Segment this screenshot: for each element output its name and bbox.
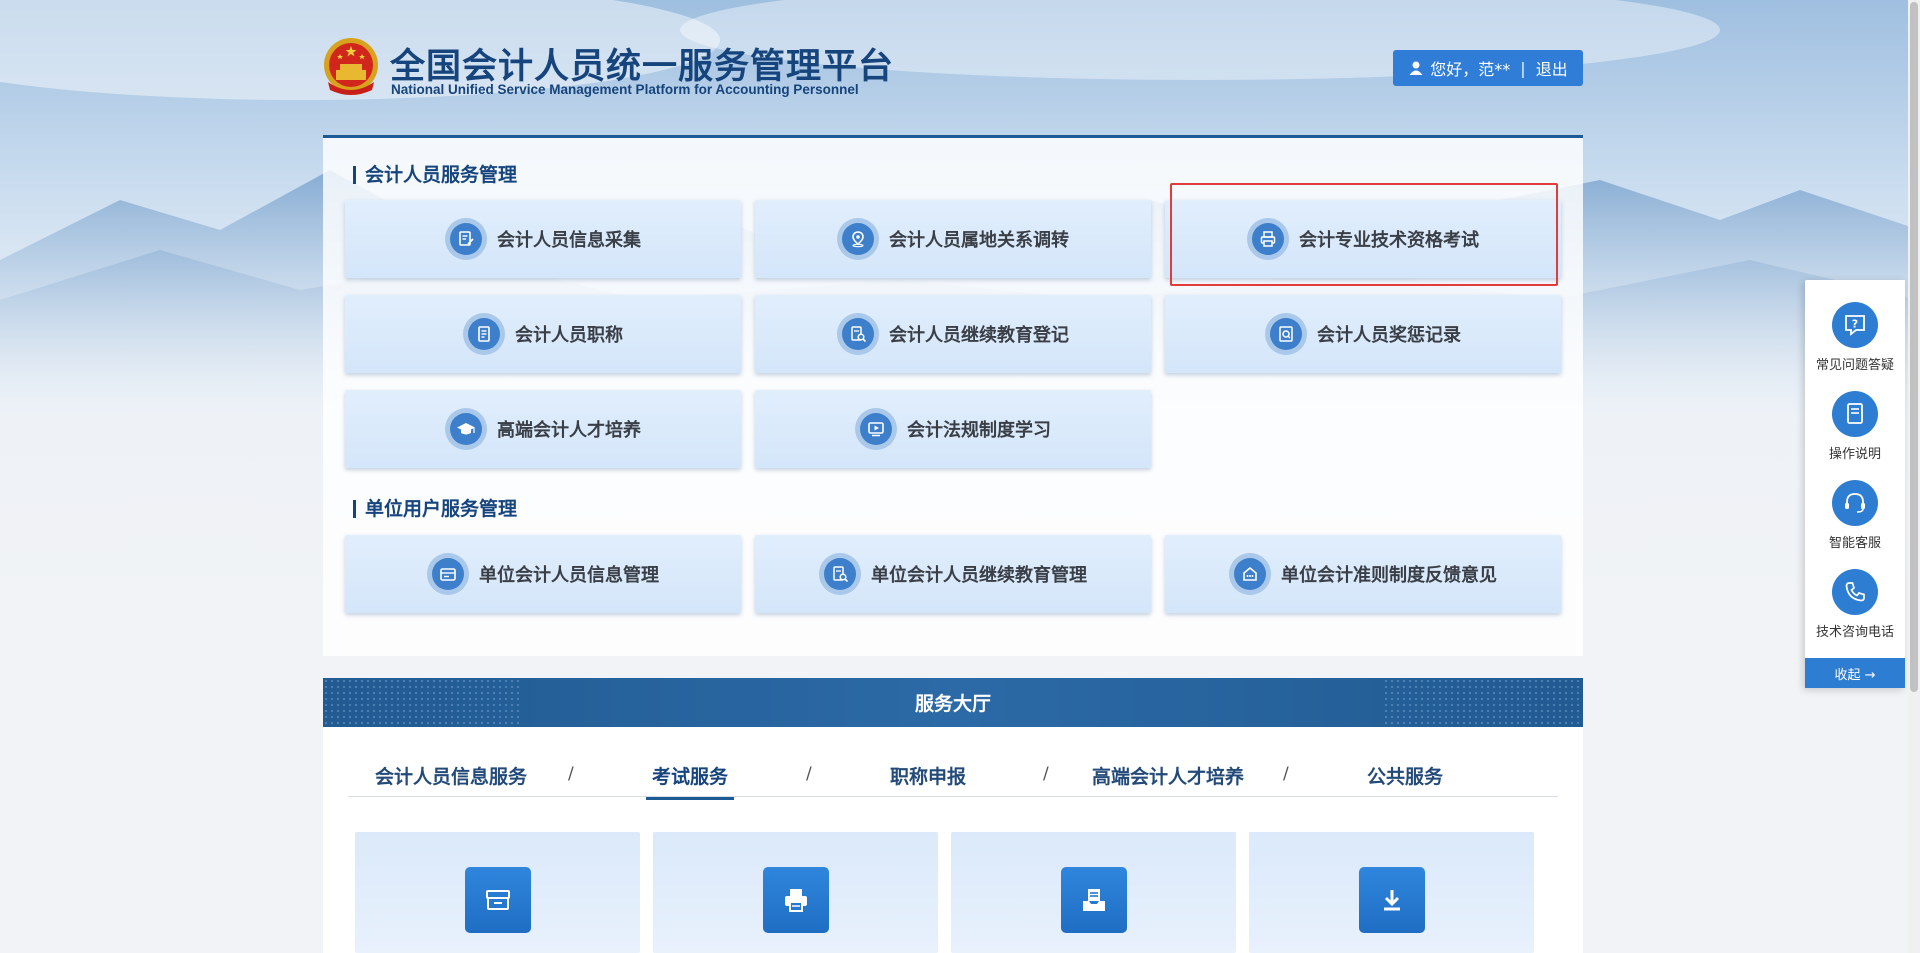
feedback-icon: [1229, 553, 1271, 595]
tile-label: 会计人员职称: [515, 325, 623, 346]
tab-accountant-info-service[interactable]: 会计人员信息服务: [375, 762, 527, 797]
video-play-icon: [855, 408, 897, 450]
tab-separator: /: [1283, 764, 1289, 784]
tile-unit-continuing-education[interactable]: 单位会计人员继续教育管理: [755, 535, 1151, 613]
side-item-label: 常见问题答疑: [1815, 358, 1894, 373]
section-title-accountant: 会计人员服务管理: [353, 166, 517, 185]
platform-title-en: National Unified Service Management Plat…: [391, 82, 859, 97]
collapse-button[interactable]: 收起 →: [1805, 658, 1905, 688]
search-doc-icon: [819, 553, 861, 595]
download-icon: [1359, 867, 1425, 933]
tile-continuing-education[interactable]: 会计人员继续教育登记: [755, 295, 1151, 373]
headset-icon: [1832, 480, 1878, 526]
dot-pattern-left: [323, 678, 523, 727]
side-item-label: 智能客服: [1828, 536, 1881, 551]
service-hall-title: 服务大厅: [914, 693, 991, 715]
search-doc-icon: [837, 313, 879, 355]
printer-icon: [763, 867, 829, 933]
service-hall-tabs: 会计人员信息服务 / 考试服务 / 职称申报 / 高端会计人才培养 / 公共服务: [348, 754, 1558, 800]
service-hall-header: 服务大厅: [323, 678, 1583, 727]
tile-qualification-exam[interactable]: 会计专业技术资格考试: [1165, 200, 1561, 278]
service-card[interactable]: [653, 832, 938, 953]
tab-public-service[interactable]: 公共服务: [1367, 762, 1443, 797]
tile-label: 单位会计人员继续教育管理: [871, 565, 1087, 586]
location-icon: [837, 218, 879, 260]
id-card-icon: [427, 553, 469, 595]
tab-separator: /: [806, 764, 812, 784]
svg-text:?: ?: [1852, 318, 1858, 331]
logout-link[interactable]: 退出: [1536, 56, 1568, 80]
tile-professional-title[interactable]: 会计人员职称: [345, 295, 741, 373]
document-icon: [463, 313, 505, 355]
user-info-bar: 您好，范** | 退出: [1393, 50, 1583, 86]
user-separator: |: [1520, 58, 1526, 78]
tab-separator: /: [568, 764, 574, 784]
tile-unit-info-management[interactable]: 单位会计人员信息管理: [345, 535, 741, 613]
service-card[interactable]: [1249, 832, 1534, 953]
tile-regulation-study[interactable]: 会计法规制度学习: [755, 390, 1151, 468]
tab-exam-service[interactable]: 考试服务: [646, 762, 735, 800]
tile-label: 单位会计人员信息管理: [479, 565, 659, 586]
user-icon: [1409, 61, 1423, 75]
floating-help-panel: ? 常见问题答疑 操作说明 智能客服 技术咨询电话 收起 →: [1805, 280, 1905, 688]
tab-separator: /: [1043, 764, 1049, 784]
side-item-tech-phone[interactable]: 技术咨询电话: [1805, 569, 1905, 640]
tile-label: 高端会计人才培养: [497, 420, 641, 441]
tile-label: 会计人员继续教育登记: [889, 325, 1069, 346]
side-item-smart-service[interactable]: 智能客服: [1805, 480, 1905, 551]
archive-box-icon: [465, 867, 531, 933]
national-emblem-icon: [324, 38, 378, 95]
page-scrollbar[interactable]: [1908, 0, 1920, 953]
record-icon: [1265, 313, 1307, 355]
tab-title-declaration[interactable]: 职称申报: [890, 762, 966, 797]
tile-location-transfer[interactable]: 会计人员属地关系调转: [755, 200, 1151, 278]
tile-unit-feedback[interactable]: 单位会计准则制度反馈意见: [1165, 535, 1561, 613]
scrollbar-thumb[interactable]: [1910, 2, 1918, 692]
tile-label: 会计专业技术资格考试: [1299, 230, 1479, 251]
tile-label: 会计法规制度学习: [907, 420, 1051, 441]
edit-doc-icon: [445, 218, 487, 260]
manual-icon: [1832, 391, 1878, 437]
graduation-cap-icon: [445, 408, 487, 450]
tile-info-collection[interactable]: 会计人员信息采集: [345, 200, 741, 278]
phone-icon: [1832, 569, 1878, 615]
tile-label: 会计人员奖惩记录: [1317, 325, 1461, 346]
user-greeting[interactable]: 您好，范**: [1430, 56, 1510, 80]
side-item-faq[interactable]: ? 常见问题答疑: [1805, 302, 1905, 373]
side-item-label: 技术咨询电话: [1815, 625, 1894, 640]
tile-label: 会计人员属地关系调转: [889, 230, 1069, 251]
tile-label: 会计人员信息采集: [497, 230, 641, 251]
printer-icon: [1247, 218, 1289, 260]
tile-reward-record[interactable]: 会计人员奖惩记录: [1165, 295, 1561, 373]
side-item-manual[interactable]: 操作说明: [1805, 391, 1905, 462]
inbox-doc-icon: [1061, 867, 1127, 933]
service-card[interactable]: [355, 832, 640, 953]
side-item-label: 操作说明: [1828, 447, 1881, 462]
tab-senior-talent[interactable]: 高端会计人才培养: [1092, 762, 1244, 797]
tile-senior-talent[interactable]: 高端会计人才培养: [345, 390, 741, 468]
service-card[interactable]: [951, 832, 1236, 953]
dot-pattern-right: [1383, 678, 1583, 727]
section-title-unit: 单位用户服务管理: [353, 500, 517, 519]
question-icon: ?: [1832, 302, 1878, 348]
tile-label: 单位会计准则制度反馈意见: [1281, 565, 1497, 586]
